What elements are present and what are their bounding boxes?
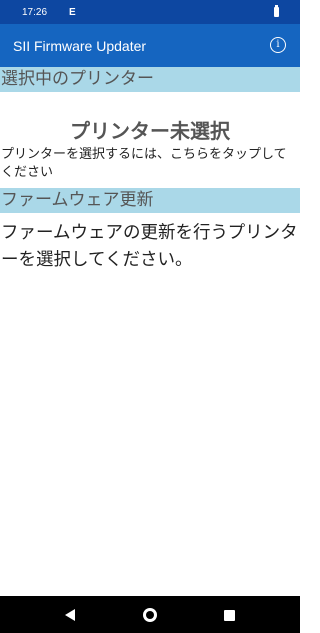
network-type-indicator: E (69, 6, 76, 18)
app-title: SII Firmware Updater (13, 37, 147, 54)
selected-printer-header: 選択中のプリンター (0, 67, 300, 92)
printer-select-hint: プリンターを選択するには、こちらをタップしてください (1, 147, 287, 180)
select-printer-button[interactable]: プリンター未選択 プリンターを選択するには、こちらをタップしてください (0, 92, 300, 188)
status-time: 17:26 (22, 6, 48, 18)
info-glyph: i (276, 39, 280, 50)
info-icon[interactable]: i (270, 37, 286, 53)
status-bar: 17:26 E (0, 0, 300, 24)
navigation-bar (0, 596, 300, 633)
printer-status: プリンター未選択 (70, 119, 230, 143)
firmware-update-message: ファームウェアの更新を行うプリンターを選択してください。 (1, 223, 298, 270)
recent-apps-icon[interactable] (221, 607, 237, 623)
battery-icon (274, 5, 279, 17)
app-bar: SII Firmware Updater i (0, 24, 300, 67)
home-icon[interactable] (142, 607, 158, 623)
firmware-update-header: ファームウェア更新 (0, 188, 300, 213)
back-icon[interactable] (63, 607, 79, 623)
